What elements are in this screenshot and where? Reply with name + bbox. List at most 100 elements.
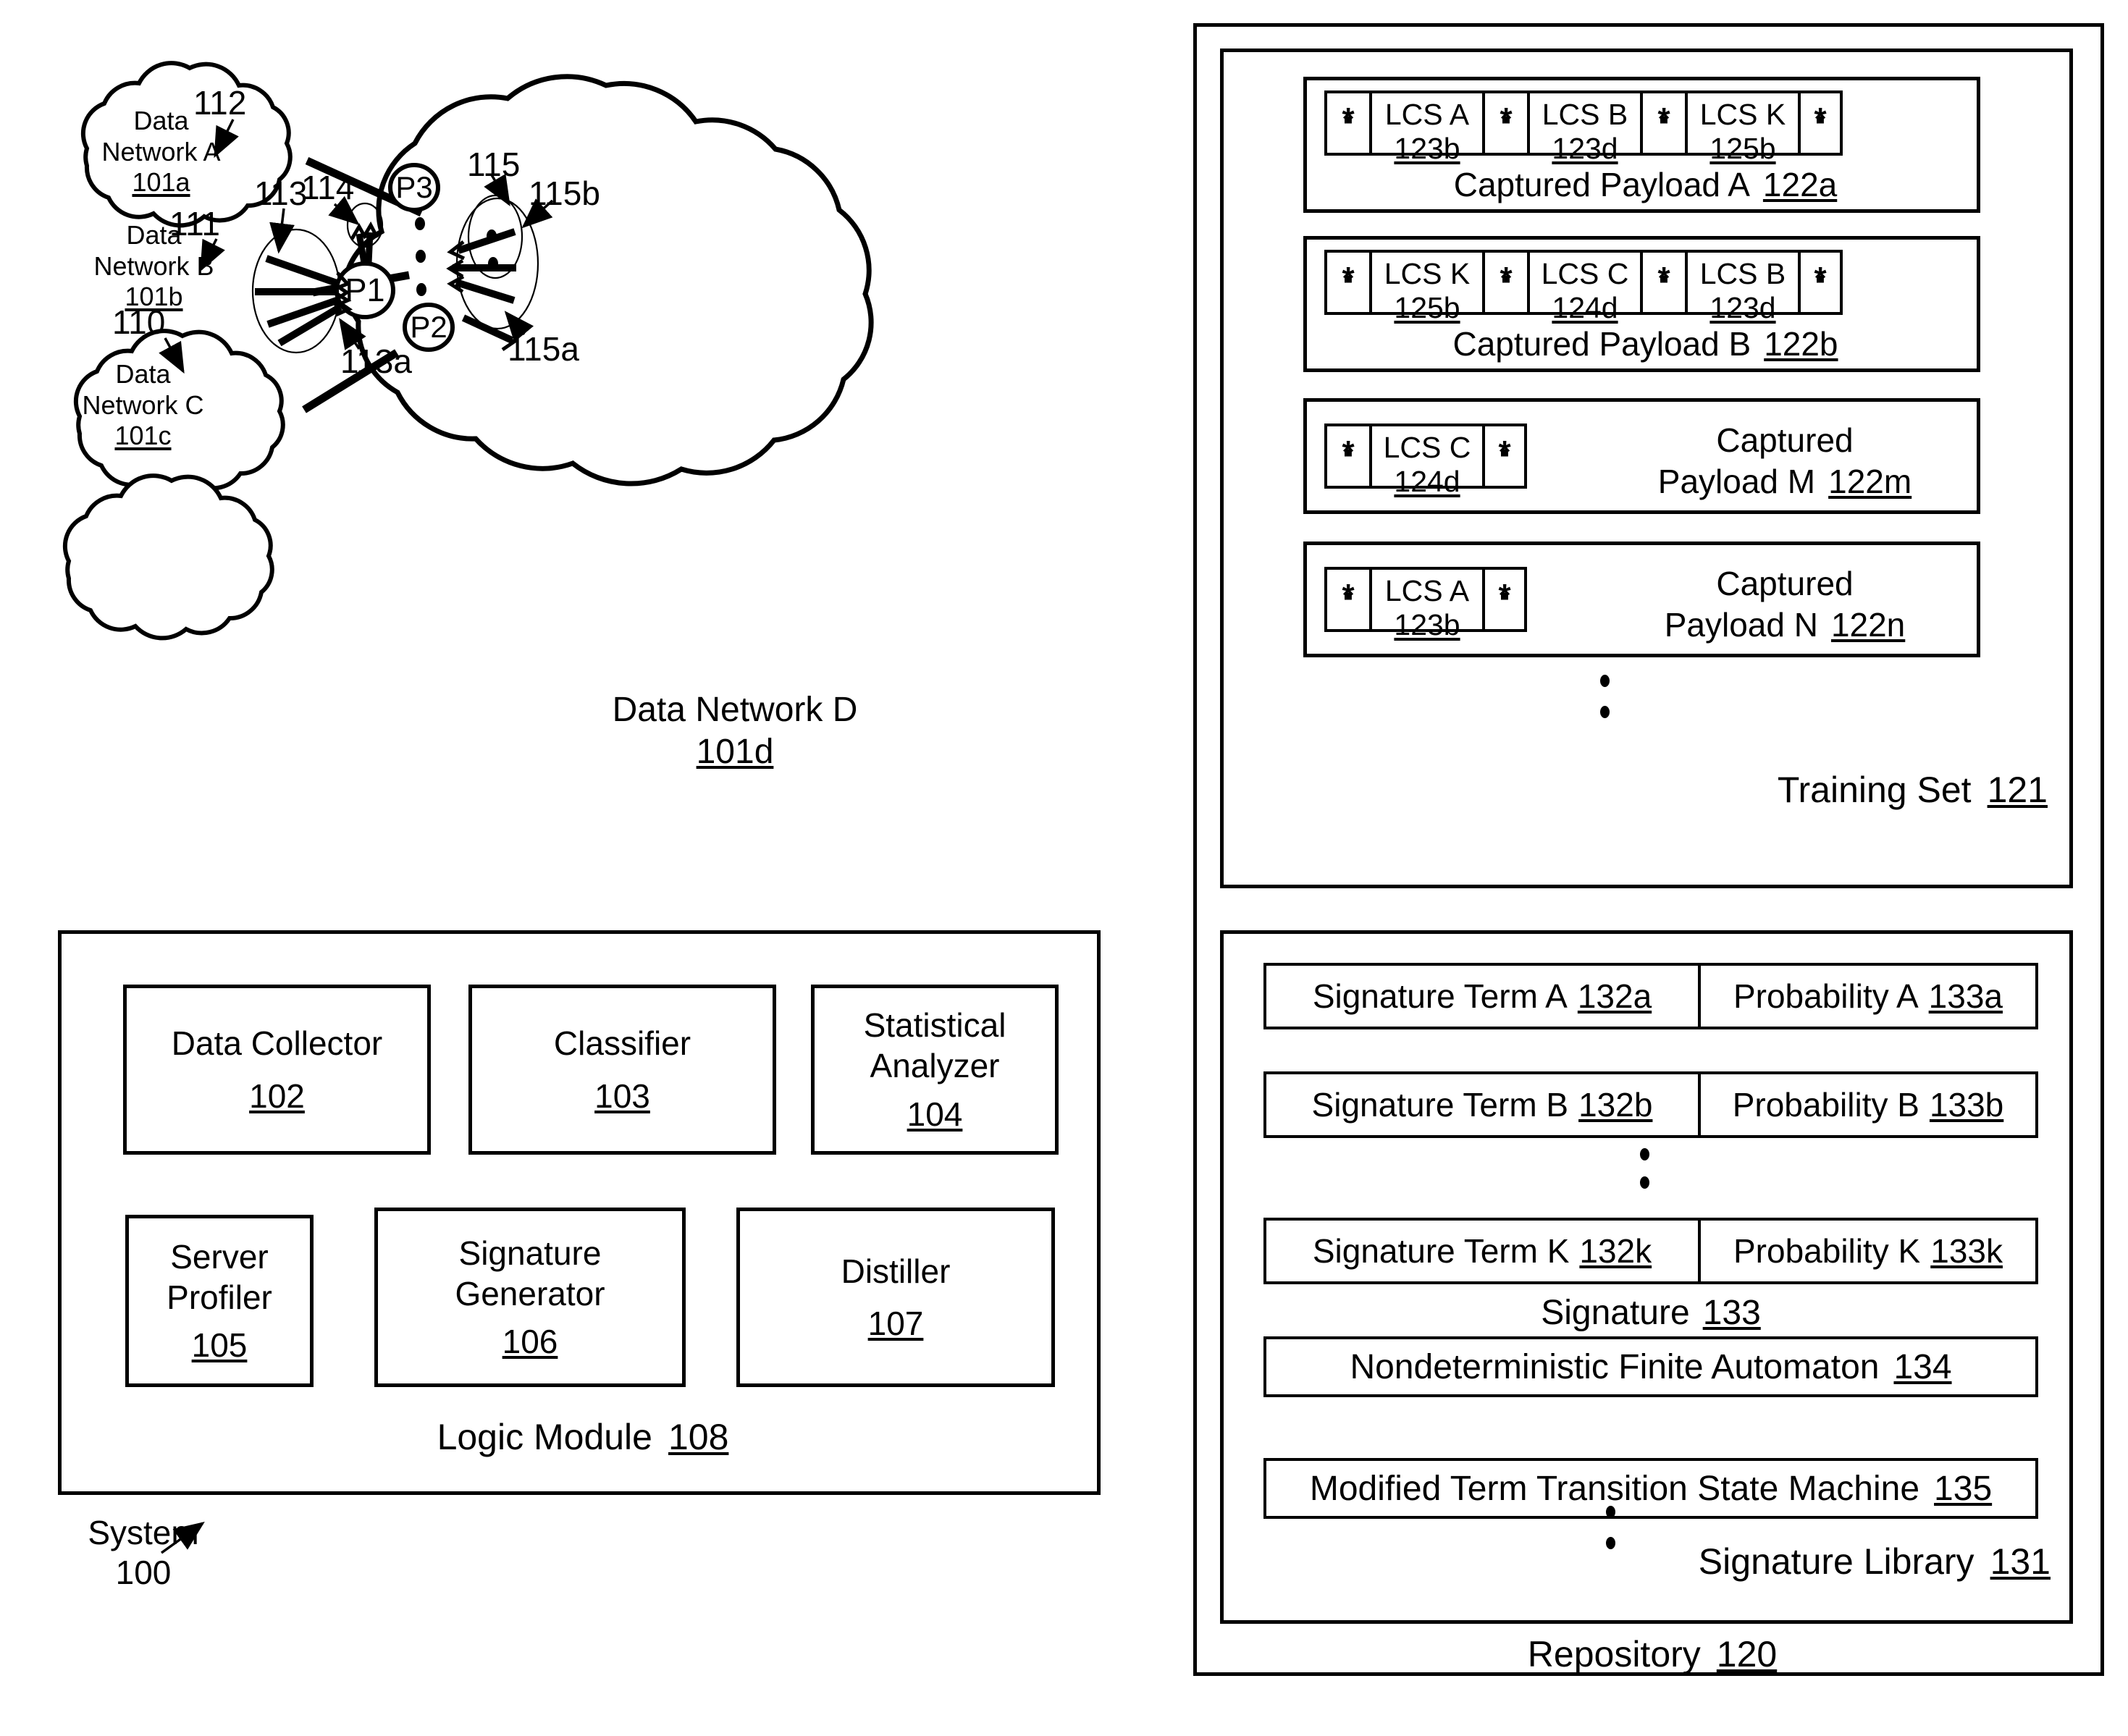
- cloud-c-line1: Data: [115, 359, 171, 389]
- repository-ref: 120: [1716, 1634, 1778, 1674]
- wildcard-dot: ▪: [1499, 580, 1510, 612]
- lcs-ref: 123b: [1394, 132, 1460, 166]
- payload-ref: 122m: [1828, 463, 1912, 500]
- component-label: Classifier: [553, 1024, 691, 1063]
- arrows-into-p1: [255, 255, 342, 347]
- signature-library-ref: 131: [1990, 1541, 2051, 1582]
- lcs-name: LCS C: [1383, 431, 1471, 464]
- modified-term-transition-state-machine-row[interactable]: Modified Term Transition State Machine 1…: [1263, 1458, 2038, 1519]
- wildcard-cell: * ▪: [1324, 567, 1369, 632]
- logic-module-panel: Data Collector 102 Classifier 103 Statis…: [58, 930, 1101, 1495]
- lcs-cell[interactable]: LCS A 123b: [1369, 90, 1482, 164]
- wildcard-dot: ▪: [1500, 263, 1512, 295]
- component-ref: 103: [594, 1076, 650, 1115]
- lcs-ref: 124d: [1394, 465, 1460, 499]
- probability-ref: 133b: [1929, 1086, 2004, 1124]
- probability-ref: 133k: [1930, 1232, 2003, 1270]
- component-classifier[interactable]: Classifier 103: [468, 985, 776, 1155]
- wildcard-dot: ▪: [1342, 263, 1354, 295]
- lcs-cell[interactable]: LCS K 125b: [1685, 90, 1798, 164]
- captured-payload-b[interactable]: * ▪ LCS K 125b * ▪ LCS C 124d * ▪ LCS B …: [1303, 236, 1980, 372]
- lcs-cell[interactable]: LCS C 124d: [1527, 250, 1640, 324]
- wildcard-dot: ▪: [1658, 263, 1670, 295]
- cloud-a-line2: Network A: [101, 136, 221, 167]
- signature-term-cell[interactable]: Signature Term B 132b: [1263, 1071, 1698, 1138]
- lcs-name: LCS A: [1384, 98, 1470, 131]
- signature-row[interactable]: Signature Term K 132k Probability K 133k: [1263, 1218, 2038, 1284]
- lcs-cell[interactable]: LCS C 124d: [1369, 424, 1482, 497]
- ref-111: 111: [169, 205, 220, 243]
- payload-label-line2: Payload M: [1657, 463, 1816, 500]
- wildcard-cell: * ▪: [1640, 250, 1685, 315]
- captured-payload-a[interactable]: * ▪ LCS A 123b * ▪ LCS B 123d * ▪ LCS K …: [1303, 77, 1980, 213]
- cloud-network-c: [62, 473, 274, 641]
- component-label: Data Collector: [171, 1024, 383, 1063]
- cloud-c-line2: Network C: [82, 389, 204, 420]
- wildcard-cell: * ▪: [1482, 424, 1527, 489]
- probability-cell[interactable]: Probability A 133a: [1698, 963, 2038, 1029]
- logic-module-ref: 108: [668, 1417, 729, 1457]
- payload-m-caption: Captured Payload M 122m: [1597, 418, 1973, 505]
- component-data-collector[interactable]: Data Collector 102: [123, 985, 431, 1155]
- wildcard-cell: * ▪: [1798, 250, 1843, 315]
- lcs-name: LCS B: [1699, 257, 1786, 290]
- lcs-cell[interactable]: LCS B 123d: [1527, 90, 1640, 164]
- signature-caption: Signature 133: [1263, 1290, 2038, 1335]
- ref-115a: 115a: [508, 330, 579, 368]
- component-ref: 105: [191, 1326, 248, 1365]
- payload-b-caption: Captured Payload B 122b: [1307, 322, 1984, 366]
- ref-114: 114: [301, 169, 355, 206]
- repository-title: Repository: [1527, 1634, 1701, 1674]
- nondeterministic-finite-automaton-row[interactable]: Nondeterministic Finite Automaton 134: [1263, 1336, 2038, 1397]
- signature-term-ref: 132a: [1577, 977, 1652, 1015]
- component-label-line1: Signature: [458, 1234, 602, 1272]
- payload-ref: 122a: [1762, 166, 1838, 203]
- lcs-cell[interactable]: LCS B 123d: [1685, 250, 1798, 324]
- signature-row[interactable]: Signature Term A 132a Probability A 133a: [1263, 963, 2038, 1029]
- repository-caption: Repository 120: [1197, 1631, 2108, 1677]
- signature-library-panel: Signature Term A 132a Probability A 133a…: [1220, 930, 2073, 1624]
- component-server-profiler[interactable]: Server Profiler 105: [125, 1215, 314, 1387]
- cloud-label-network-a: Data Network A 101a: [76, 106, 246, 197]
- component-statistical-analyzer[interactable]: Statistical Analyzer 104: [811, 985, 1059, 1155]
- signature-term-cell[interactable]: Signature Term A 132a: [1263, 963, 1698, 1029]
- signature-term-label: Signature Term K: [1312, 1232, 1570, 1270]
- lcs-ref: 123d: [1552, 132, 1618, 166]
- component-ref: 106: [502, 1323, 558, 1361]
- wildcard-cell: * ▪: [1324, 90, 1369, 156]
- ref-115b: 115b: [529, 174, 600, 212]
- cloud-a-ref: 101a: [132, 167, 190, 198]
- signature-term-label: Signature Term B: [1311, 1086, 1569, 1124]
- cloud-d-ref: 101d: [696, 733, 774, 771]
- probability-cell[interactable]: Probability B 133b: [1698, 1071, 2038, 1138]
- wildcard-cell: * ▪: [1482, 567, 1527, 632]
- lcs-ref: 124d: [1552, 291, 1618, 325]
- lcs-cell[interactable]: LCS A 123b: [1369, 567, 1482, 641]
- payload-label: Captured Payload A: [1453, 166, 1750, 203]
- component-signature-generator[interactable]: Signature Generator 106: [374, 1208, 686, 1387]
- wildcard-dot: ▪: [1342, 580, 1354, 612]
- repository-panel: * ▪ LCS A 123b * ▪ LCS B 123d * ▪ LCS K …: [1193, 23, 2104, 1676]
- wildcard-dot: ▪: [1658, 104, 1670, 135]
- ref-115: 115: [467, 146, 521, 183]
- ellipse-114: [346, 202, 384, 248]
- lcs-cell[interactable]: LCS K 125b: [1369, 250, 1482, 324]
- captured-payload-m[interactable]: * ▪ LCS C 124d * ▪ Captured Payload M 12…: [1303, 398, 1980, 514]
- signature-row[interactable]: Signature Term B 132b Probability B 133b: [1263, 1071, 2038, 1138]
- component-label-line2: Analyzer: [870, 1047, 1000, 1085]
- component-distiller[interactable]: Distiller 107: [736, 1208, 1055, 1387]
- payload-b-cells: * ▪ LCS K 125b * ▪ LCS C 124d * ▪ LCS B …: [1324, 250, 1843, 324]
- node-label-p1: P1: [345, 271, 385, 308]
- system-ref: 100: [115, 1554, 172, 1591]
- training-set-ref: 121: [1987, 770, 2048, 810]
- cloud-c-ref: 101c: [114, 421, 172, 451]
- captured-payload-n[interactable]: * ▪ LCS A 123b * ▪ Captured Payload N 12…: [1303, 542, 1980, 657]
- training-set-ellipsis: [1600, 675, 1610, 718]
- signature-term-cell[interactable]: Signature Term K 132k: [1263, 1218, 1698, 1284]
- training-set-panel: * ▪ LCS A 123b * ▪ LCS B 123d * ▪ LCS K …: [1220, 49, 2073, 888]
- probability-cell[interactable]: Probability K 133k: [1698, 1218, 2038, 1284]
- probability-label: Probability K: [1733, 1232, 1921, 1270]
- mttsm-ref: 135: [1934, 1469, 1993, 1508]
- ref-113a: 113a: [340, 342, 412, 380]
- wildcard-dot: ▪: [1342, 104, 1354, 135]
